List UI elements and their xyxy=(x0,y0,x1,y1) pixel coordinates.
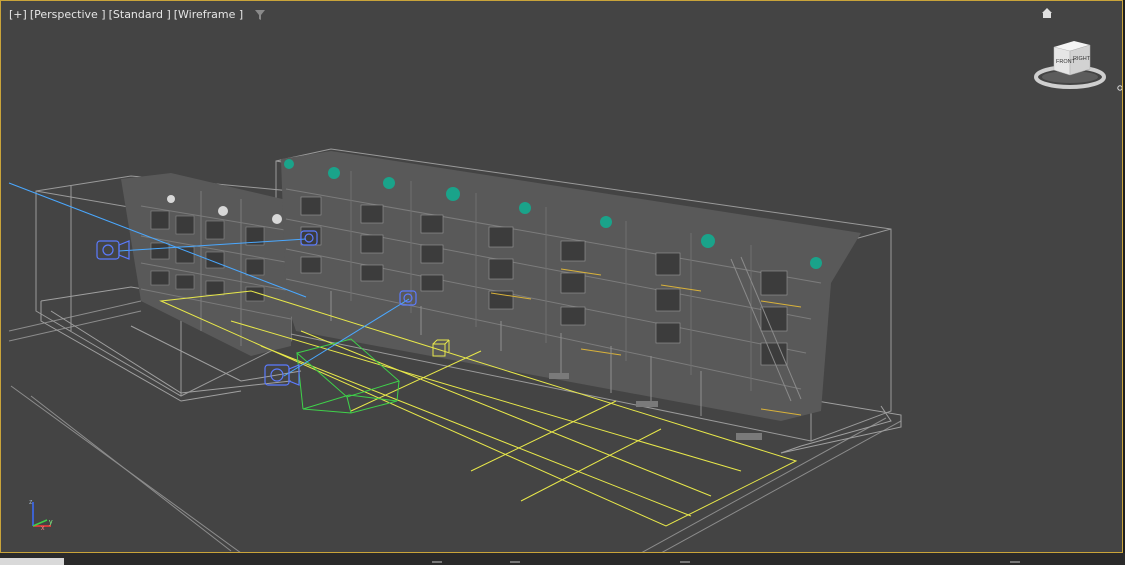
viewport-display-mode-menu[interactable]: [Wireframe ] xyxy=(174,8,243,21)
axis-x-label: x xyxy=(41,525,45,532)
viewcube-right-face: RIGHT xyxy=(1073,56,1091,62)
home-icon[interactable] xyxy=(1041,7,1053,19)
viewport-label-menu: [+] [Perspective ] [Standard ] [Wirefram… xyxy=(9,8,266,21)
status-bar-input[interactable] xyxy=(0,558,64,565)
camera-object-1 xyxy=(96,240,130,260)
axis-y-label: y xyxy=(49,519,53,526)
axis-z-label: z xyxy=(29,499,33,506)
status-bar xyxy=(0,553,1125,565)
building-left-block xyxy=(121,173,292,356)
axis-tripod: z x y xyxy=(29,499,53,532)
scene-canvas[interactable] xyxy=(1,1,1123,553)
perspective-viewport[interactable]: [+] [Perspective ] [Standard ] [Wirefram… xyxy=(0,0,1123,553)
viewcube-menu-icon[interactable] xyxy=(1117,85,1123,91)
viewcube[interactable]: FRONT RIGHT xyxy=(1034,39,1112,91)
viewport-pov-menu[interactable]: [Perspective ] xyxy=(30,8,106,21)
filter-icon[interactable] xyxy=(254,9,266,21)
building-main-block xyxy=(281,151,861,440)
viewport-shading-menu[interactable]: [Standard ] xyxy=(109,8,171,21)
viewport-general-menu[interactable]: [+] xyxy=(9,8,27,21)
